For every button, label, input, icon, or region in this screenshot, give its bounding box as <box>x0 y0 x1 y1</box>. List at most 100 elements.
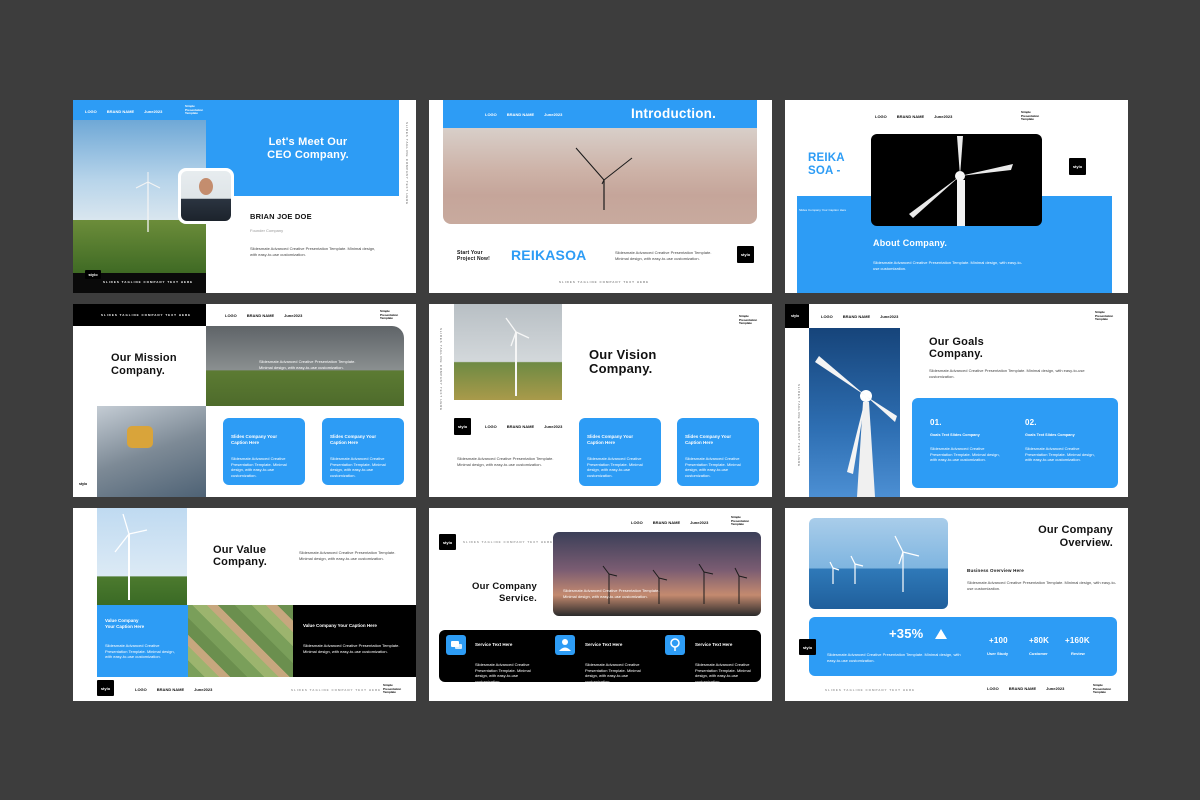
nav-brand: BRAND NAME <box>246 313 275 318</box>
chat-icon[interactable] <box>446 635 466 655</box>
title-line-2: Service. <box>498 593 537 604</box>
slide-nav: LOGO BRAND NAME June2023 <box>485 424 562 429</box>
goal-2-number: 02. <box>1025 418 1037 427</box>
body-text: Slidesmate Advanced Creative Presentatio… <box>967 580 1117 591</box>
slide-mission[interactable]: SLIDES TAGLINE COMPANY TEXT HERE LOGO BR… <box>73 304 416 497</box>
slide-nav: LOGO BRAND NAME June2023 <box>135 687 212 692</box>
wind-turbine-icon <box>829 535 920 592</box>
slide-value[interactable]: Our Value Company. Slidesmate Advanced C… <box>73 508 416 701</box>
vertical-tagline: SLIDES TAGLINE COMPANY TEXT HERE <box>405 122 409 205</box>
title-line-2: Company. <box>929 348 983 360</box>
slide-introduction[interactable]: LOGO BRAND NAME June2023 Introduction. S… <box>429 100 772 293</box>
tagline: SLIDES TAGLINE COMPANY TEXT HERE <box>101 313 192 317</box>
body-text: Slidesmate Advanced Creative Presentatio… <box>615 250 712 261</box>
slide-nav: LOGO BRAND NAME June2023 <box>821 314 898 319</box>
mission-card-2-title: Slides Company Your Caption Here <box>330 434 377 445</box>
value-blue-caption-line-2: Your Caption Here <box>105 624 145 629</box>
slide-title: Our Mission Company. <box>111 352 177 378</box>
service-1-title: Service Text Here <box>475 642 513 647</box>
goal-1-number: 01. <box>930 418 942 427</box>
business-overview-title: Business Overview Here <box>967 568 1024 573</box>
person-role: Founder Company <box>250 228 284 233</box>
title-line-2: Company. <box>111 365 165 377</box>
tagline: SLIDES TAGLINE COMPANY TEXT HERE <box>103 280 194 284</box>
nav-logo: LOGO <box>485 424 497 429</box>
side-title-line-2: SOA - <box>808 165 841 177</box>
logo-mark: stylo <box>454 418 471 435</box>
vertical-tagline: SLIDES TAGLINE COMPANY TEXT HERE <box>797 384 801 467</box>
service-3-text: Slidesmate Advanced Creative Presentatio… <box>695 662 751 684</box>
logo-mark: stylo <box>799 639 816 655</box>
nav-logo: LOGO <box>875 114 887 119</box>
nav-date: June2023 <box>1046 686 1065 691</box>
slide-nav: LOGO BRAND NAME June2023 <box>875 114 952 119</box>
vision-card-2-title: Slides Company Your Caption Here <box>685 434 732 445</box>
value-blue-caption: Value Company Your Caption Here <box>105 618 144 630</box>
caption: Slides Company Your Caption Here <box>799 208 847 212</box>
wind-turbine-icon <box>815 356 897 497</box>
goal-2-text: Slidesmate Advanced Creative Presentatio… <box>1025 446 1095 462</box>
about-title: About Company. <box>873 238 948 248</box>
mission-card-1-text: Slidesmate Advanced Creative Presentatio… <box>231 456 287 478</box>
stats-panel <box>809 617 1117 676</box>
ceo-face <box>199 178 213 195</box>
slide-title: Our Company Overview. <box>1013 524 1113 550</box>
body-text: Slidesmate Advanced Creative Presentatio… <box>457 456 554 467</box>
mission-card-1-title: Slides Company Your Caption Here <box>231 434 278 445</box>
slide-nav: LOGO BRAND NAME June2023 <box>987 686 1064 691</box>
body-text: Slidesmate Advanced Creative Presentatio… <box>929 368 1085 379</box>
slide-about[interactable]: LOGO BRAND NAME June2023 Simple Presenta… <box>785 100 1128 293</box>
nav-brand: BRAND NAME <box>652 520 681 525</box>
title-line-1: Let's Meet Our <box>268 136 348 148</box>
nav-title: Simple Presentation Template <box>1021 110 1040 121</box>
user-icon[interactable] <box>555 635 575 655</box>
body-text: Slidesmate Advanced Creative Presentatio… <box>873 260 1023 271</box>
slide-vision[interactable]: SLIDES TAGLINE COMPANY TEXT HERE Simple … <box>429 304 772 497</box>
goal-1-text: Slidesmate Advanced Creative Presentatio… <box>930 446 1000 462</box>
logo-mark: stylo <box>791 314 800 318</box>
stat-2-value: +80K <box>1029 636 1050 645</box>
value-blue-card <box>97 605 188 677</box>
nav-brand: BRAND NAME <box>896 114 925 119</box>
slide-nav: LOGO BRAND NAME June2023 <box>85 109 162 114</box>
start-line-2: Project Now! <box>457 256 490 262</box>
body-text: Slidesmate Advanced Creative Presentatio… <box>250 246 376 257</box>
slide-service[interactable]: stylo SLIDES TAGLINE COMPANY TEXT HERE L… <box>429 508 772 701</box>
solar-panel-photo <box>97 406 206 497</box>
nav-title: Simple Presentation Template <box>1095 310 1114 321</box>
stats-text: Slidesmate Advanced Creative Presentatio… <box>827 652 961 663</box>
start-project: Start Your Project Now! <box>457 250 490 262</box>
logo-mark: stylo <box>85 270 101 279</box>
nav-brand: BRAND NAME <box>506 424 535 429</box>
wind-turbine-icon <box>909 136 1013 226</box>
nav-date: June2023 <box>934 114 953 119</box>
slide-title: Our Vision Company. <box>589 348 657 376</box>
nav-date: June2023 <box>880 314 899 319</box>
location-pin-icon[interactable] <box>665 635 685 655</box>
value-black-caption: Value Company Your Caption Here <box>303 623 377 628</box>
nav-date: June2023 <box>144 109 163 114</box>
logo-mark: stylo <box>737 246 754 263</box>
wind-turbine-icon <box>114 513 148 600</box>
service-2-title: Service Text Here <box>585 642 623 647</box>
title-line-2: Overview. <box>1059 537 1113 549</box>
tagline: SLIDES TAGLINE COMPANY TEXT HERE <box>825 688 916 692</box>
slide-ceo[interactable]: LOGO BRAND NAME June2023 Simple Presenta… <box>73 100 416 293</box>
vertical-tagline: SLIDES TAGLINE COMPANY TEXT HERE <box>1117 200 1121 283</box>
slide-nav: LOGO BRAND NAME June2023 <box>225 313 302 318</box>
brand-big: REIKASOA <box>511 247 587 263</box>
title-line-1: Our Mission <box>111 352 177 364</box>
nav-title: Simple Presentation Template <box>185 104 204 115</box>
title-line-1: Our Goals <box>929 336 984 348</box>
big-stat: +35% <box>889 626 924 641</box>
slide-goals[interactable]: stylo LOGO BRAND NAME June2023 Simple Pr… <box>785 304 1128 497</box>
logo-mark: stylo <box>439 534 456 550</box>
nav-logo: LOGO <box>821 314 833 319</box>
slide-overview[interactable]: Our Company Overview. Business Overview … <box>785 508 1128 701</box>
photo-overlay-text: Slidesmate Advanced Creative Presentatio… <box>563 588 660 599</box>
wind-turbine-icon <box>135 172 161 232</box>
tagline: SLIDES TAGLINE COMPANY TEXT HERE <box>463 540 554 544</box>
nav-date: June2023 <box>690 520 709 525</box>
logo-mark: stylo <box>1069 158 1086 175</box>
title-line-1: Our Vision <box>589 347 657 362</box>
